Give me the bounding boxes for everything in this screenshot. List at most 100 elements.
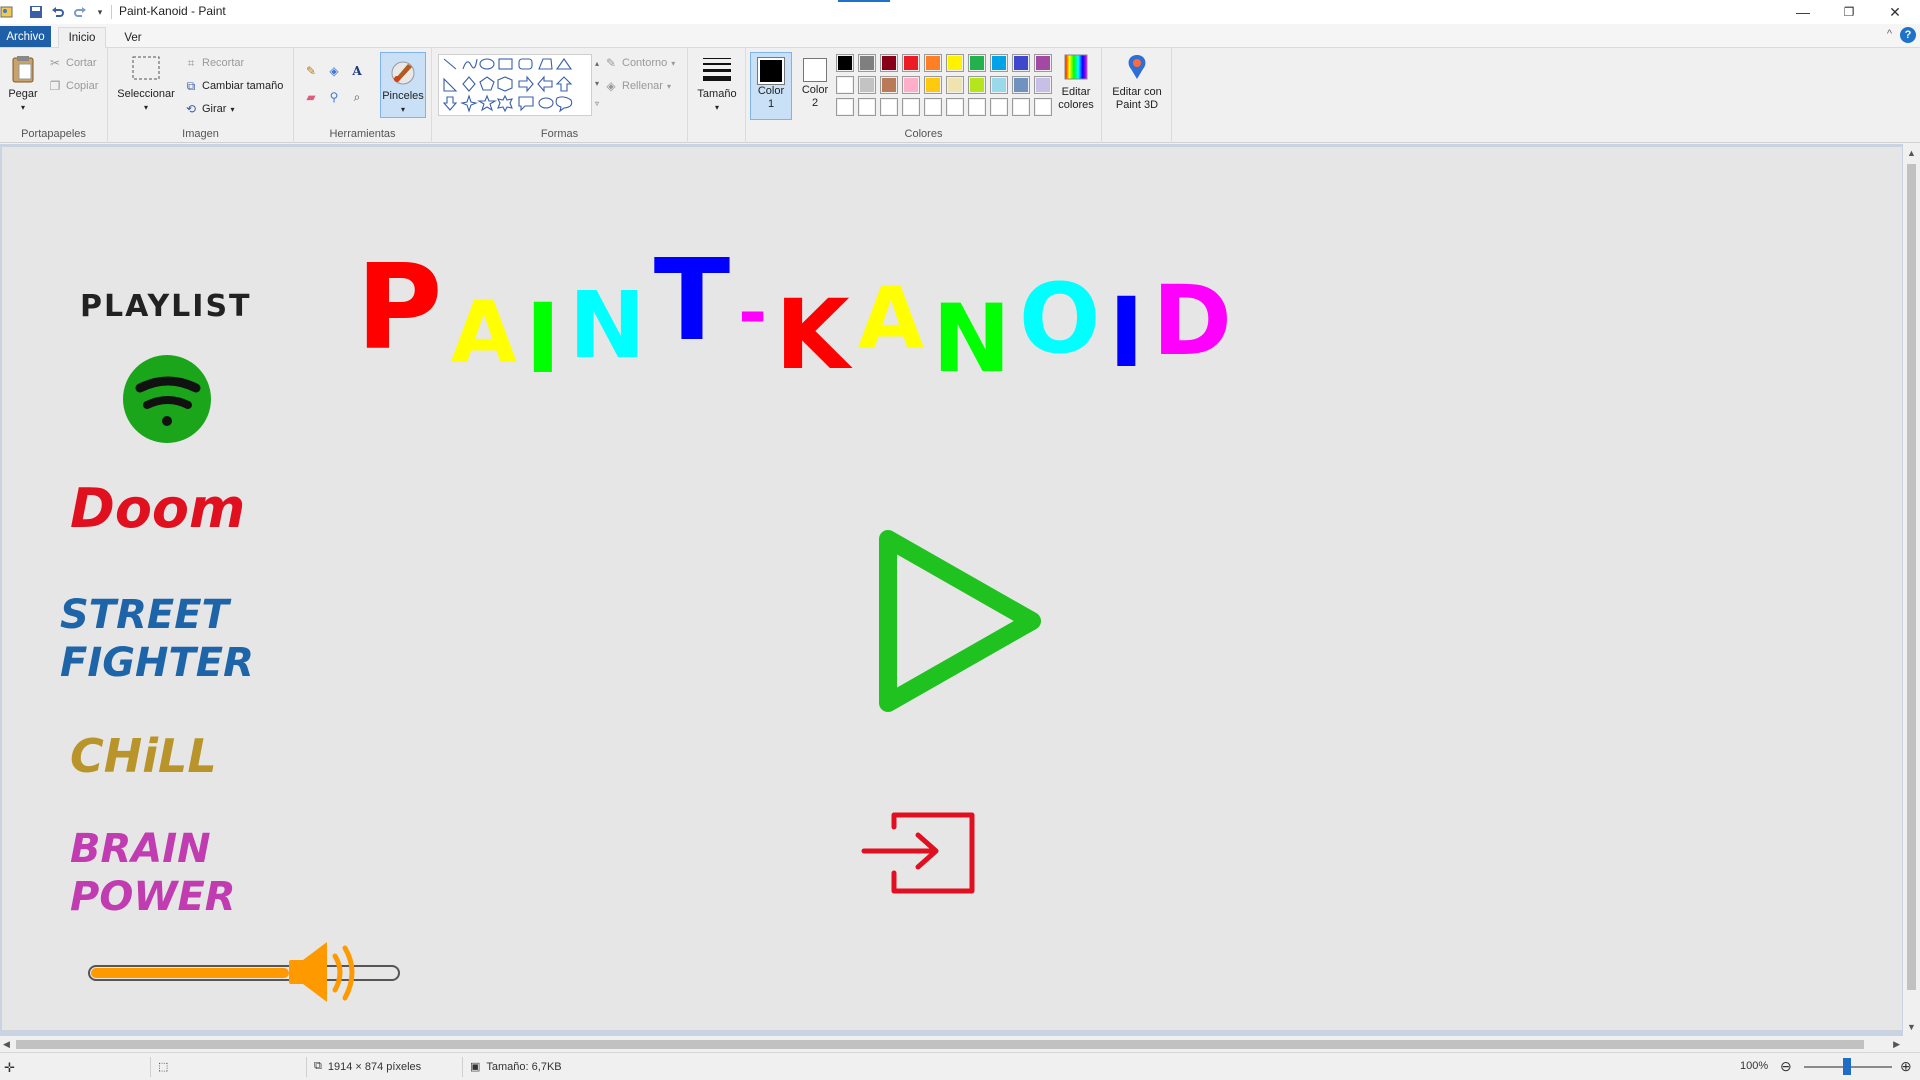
outline-button[interactable]: ✎ Contorno ▾ <box>604 56 675 70</box>
cursor-position-icon: ✛ <box>4 1060 15 1075</box>
canvas-dimensions: ⧉ 1914 × 874 píxeles <box>314 1060 421 1073</box>
collapse-ribbon-icon[interactable]: ^ <box>1887 28 1892 40</box>
resize-label: Cambiar tamaño <box>202 80 284 92</box>
vertical-scrollbar[interactable]: ▲ ▼ <box>1903 144 1920 1036</box>
palette-color-swatch[interactable] <box>858 76 876 94</box>
play-icon[interactable] <box>872 527 1052 717</box>
paste-label: Pegar <box>8 88 38 100</box>
palette-color-swatch[interactable] <box>880 54 898 72</box>
palette-color-swatch[interactable] <box>968 54 986 72</box>
fill-button[interactable]: ◈ Rellenar ▾ <box>604 79 671 93</box>
scroll-left-icon[interactable]: ◀ <box>3 1039 10 1050</box>
tab-view[interactable]: Ver <box>113 27 153 48</box>
edit-paint3d-button[interactable]: Editar con Paint 3D <box>1106 52 1168 112</box>
minimize-button[interactable]: — <box>1780 0 1826 24</box>
palette-color-swatch[interactable] <box>1012 54 1030 72</box>
scroll-right-icon[interactable]: ▶ <box>1893 1039 1900 1050</box>
scroll-up-icon[interactable]: ▲ <box>1907 148 1916 158</box>
palette-color-swatch[interactable] <box>946 98 964 116</box>
color2-button[interactable]: Color 2 <box>794 52 836 120</box>
palette-color-swatch[interactable] <box>902 76 920 94</box>
copy-icon: ❐ <box>49 79 61 93</box>
volume-speaker-icon[interactable] <box>287 938 367 1008</box>
color1-button[interactable]: Color 1 <box>750 52 792 120</box>
exit-icon[interactable] <box>860 809 980 899</box>
palette-color-swatch[interactable] <box>1034 54 1052 72</box>
palette-color-swatch[interactable] <box>924 98 942 116</box>
palette-color-swatch[interactable] <box>902 98 920 116</box>
size-button[interactable]: Tamaño ▾ <box>694 54 740 114</box>
crop-button[interactable]: ⌗ Recortar <box>184 56 245 70</box>
palette-color-swatch[interactable] <box>836 98 854 116</box>
eraser-icon[interactable]: ▰ <box>304 90 318 104</box>
copy-button[interactable]: ❐ Copiar <box>48 79 99 93</box>
palette-color-swatch[interactable] <box>968 98 986 116</box>
title-bar: ▾ Paint-Kanoid - Paint — ❐ ✕ <box>0 0 1920 24</box>
save-icon[interactable] <box>28 3 44 21</box>
shapes-scroll[interactable]: ▴ ▾ ▿ <box>592 54 602 116</box>
palette-color-swatch[interactable] <box>836 54 854 72</box>
palette-color-swatch[interactable] <box>946 54 964 72</box>
horizontal-scroll-thumb[interactable] <box>16 1040 1864 1049</box>
palette-color-swatch[interactable] <box>968 76 986 94</box>
color-picker-icon[interactable]: ⚲ <box>327 90 341 104</box>
select-button[interactable]: Seleccionar ▾ <box>114 54 178 114</box>
playlist-item[interactable]: STREET FIGHTER <box>60 591 254 687</box>
zoom-out-icon[interactable]: ⊖ <box>1780 1058 1792 1075</box>
window-title: Paint-Kanoid - Paint <box>119 4 226 18</box>
undo-icon[interactable] <box>50 3 66 21</box>
brush-icon <box>391 61 415 85</box>
pencil-icon[interactable]: ✎ <box>304 64 318 78</box>
select-label: Seleccionar <box>117 88 175 100</box>
shapes-gallery[interactable] <box>438 54 592 116</box>
palette-color-swatch[interactable] <box>858 54 876 72</box>
palette-color-swatch[interactable] <box>858 98 876 116</box>
playlist-item[interactable]: BRAIN POWER <box>70 825 236 921</box>
playlist-item[interactable]: Doom <box>70 477 245 542</box>
palette-color-swatch[interactable] <box>1034 76 1052 94</box>
paint-app-icon[interactable] <box>0 3 14 21</box>
palette-color-swatch[interactable] <box>836 76 854 94</box>
disk-icon: ▣ <box>470 1061 481 1073</box>
brushes-button[interactable]: Pinceles ▾ <box>380 52 426 118</box>
palette-color-swatch[interactable] <box>1012 76 1030 94</box>
tab-home[interactable]: Inicio <box>58 27 106 48</box>
palette-color-swatch[interactable] <box>880 98 898 116</box>
edit-colors-button[interactable]: Editar colores <box>1052 52 1100 112</box>
fill-bucket-icon[interactable]: ◈ <box>327 64 341 78</box>
customize-qat-icon[interactable]: ▾ <box>94 3 106 21</box>
zoom-in-icon[interactable]: ⊕ <box>1900 1058 1912 1075</box>
close-button[interactable]: ✕ <box>1872 0 1918 24</box>
drawing-canvas[interactable]: PAINT-KANOID PLAYLIST Doom STREET FIGHTER… <box>2 147 1902 1030</box>
rotate-button[interactable]: ⟲ Girar ▾ <box>184 102 235 116</box>
scroll-down-icon[interactable]: ▼ <box>1907 1022 1916 1032</box>
palette-color-swatch[interactable] <box>990 98 1008 116</box>
spotify-icon[interactable] <box>120 352 214 446</box>
ribbon: Pegar ▾ ✂ Cortar ❐ Copiar Portapapeles Sel… <box>0 48 1920 143</box>
palette-color-swatch[interactable] <box>924 54 942 72</box>
redo-icon[interactable] <box>72 3 88 21</box>
outline-dropdown-icon: ▾ <box>671 58 676 68</box>
title-separator <box>111 5 112 19</box>
playlist-item[interactable]: CHiLL <box>70 729 217 784</box>
restore-button[interactable]: ❐ <box>1826 0 1872 24</box>
vertical-scroll-thumb[interactable] <box>1907 164 1916 990</box>
palette-color-swatch[interactable] <box>1012 98 1030 116</box>
text-tool-icon[interactable]: A <box>350 64 364 78</box>
paste-button[interactable]: Pegar ▾ <box>6 54 40 114</box>
palette-color-swatch[interactable] <box>990 76 1008 94</box>
tab-file[interactable]: Archivo <box>0 26 51 47</box>
palette-color-swatch[interactable] <box>1034 98 1052 116</box>
palette-color-swatch[interactable] <box>946 76 964 94</box>
palette-color-swatch[interactable] <box>880 76 898 94</box>
palette-color-swatch[interactable] <box>990 54 1008 72</box>
zoom-slider-thumb[interactable] <box>1843 1058 1851 1075</box>
help-icon[interactable]: ? <box>1900 27 1916 43</box>
cut-button[interactable]: ✂ Cortar <box>48 56 97 70</box>
resize-icon: ⧉ <box>186 78 196 93</box>
palette-color-swatch[interactable] <box>902 54 920 72</box>
resize-button[interactable]: ⧉ Cambiar tamaño <box>184 78 284 93</box>
horizontal-scrollbar[interactable]: ◀ ▶ <box>0 1036 1903 1052</box>
magnifier-icon[interactable]: ⌕ <box>350 90 364 104</box>
palette-color-swatch[interactable] <box>924 76 942 94</box>
